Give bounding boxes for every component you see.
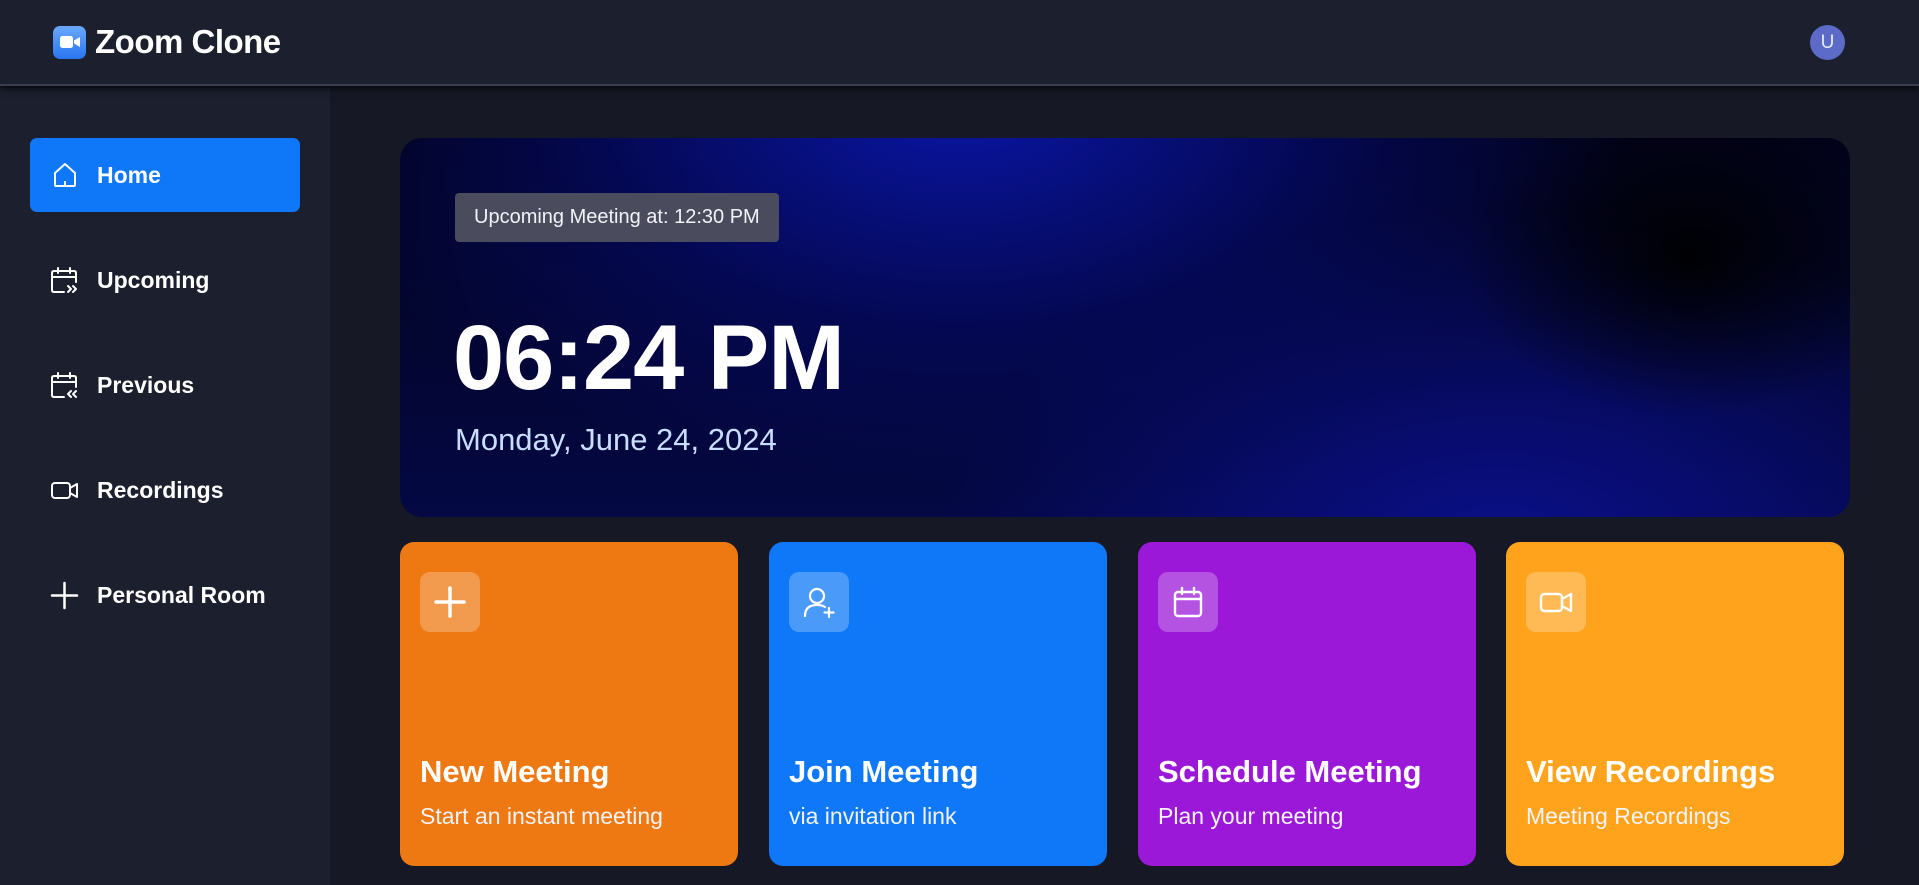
- card-subtitle: Meeting Recordings: [1526, 803, 1731, 829]
- view-recordings-card[interactable]: View Recordings Meeting Recordings: [1506, 542, 1844, 866]
- card-title: New Meeting: [420, 754, 610, 789]
- brand-link[interactable]: Zoom Clone: [53, 23, 281, 61]
- upcoming-meeting-badge: Upcoming Meeting at: 12:30 PM: [455, 193, 779, 242]
- sidebar: Home Upcoming Previous Recordings Person…: [0, 88, 330, 885]
- home-icon: [49, 160, 80, 191]
- calendar-upcoming-icon: [49, 265, 80, 296]
- sidebar-item-previous[interactable]: Previous: [30, 348, 300, 422]
- video-icon: [1526, 572, 1586, 632]
- card-title: Join Meeting: [789, 754, 979, 789]
- video-icon: [49, 475, 80, 506]
- current-time: 06:24 PM: [453, 307, 845, 409]
- sidebar-item-label: Home: [97, 161, 161, 188]
- sidebar-item-label: Personal Room: [97, 581, 266, 608]
- sidebar-item-label: Recordings: [97, 476, 224, 503]
- plus-icon: [420, 572, 480, 632]
- zoom-logo-icon: [53, 25, 86, 59]
- calendar-icon: [1158, 572, 1218, 632]
- sidebar-item-home[interactable]: Home: [30, 138, 300, 212]
- user-plus-icon: [789, 572, 849, 632]
- sidebar-item-upcoming[interactable]: Upcoming: [30, 243, 300, 317]
- calendar-previous-icon: [49, 370, 80, 401]
- top-navbar: Zoom Clone U: [0, 0, 1919, 86]
- sidebar-item-personal-room[interactable]: Personal Room: [30, 558, 300, 632]
- sidebar-item-label: Previous: [97, 371, 195, 398]
- user-avatar[interactable]: U: [1810, 25, 1845, 60]
- card-title: View Recordings: [1526, 754, 1776, 789]
- card-subtitle: Start an instant meeting: [420, 803, 663, 829]
- sidebar-item-recordings[interactable]: Recordings: [30, 453, 300, 527]
- brand-name: Zoom Clone: [95, 23, 281, 60]
- new-meeting-card[interactable]: New Meeting Start an instant meeting: [400, 542, 738, 866]
- join-meeting-card[interactable]: Join Meeting via invitation link: [769, 542, 1107, 866]
- sidebar-item-label: Upcoming: [97, 266, 210, 293]
- card-title: Schedule Meeting: [1158, 754, 1422, 789]
- hero-banner: Upcoming Meeting at: 12:30 PM 06:24 PM M…: [400, 138, 1850, 517]
- plus-icon: [49, 580, 80, 611]
- schedule-meeting-card[interactable]: Schedule Meeting Plan your meeting: [1138, 542, 1476, 866]
- card-subtitle: Plan your meeting: [1158, 803, 1344, 829]
- current-date: Monday, June 24, 2024: [455, 422, 777, 457]
- card-subtitle: via invitation link: [789, 803, 957, 829]
